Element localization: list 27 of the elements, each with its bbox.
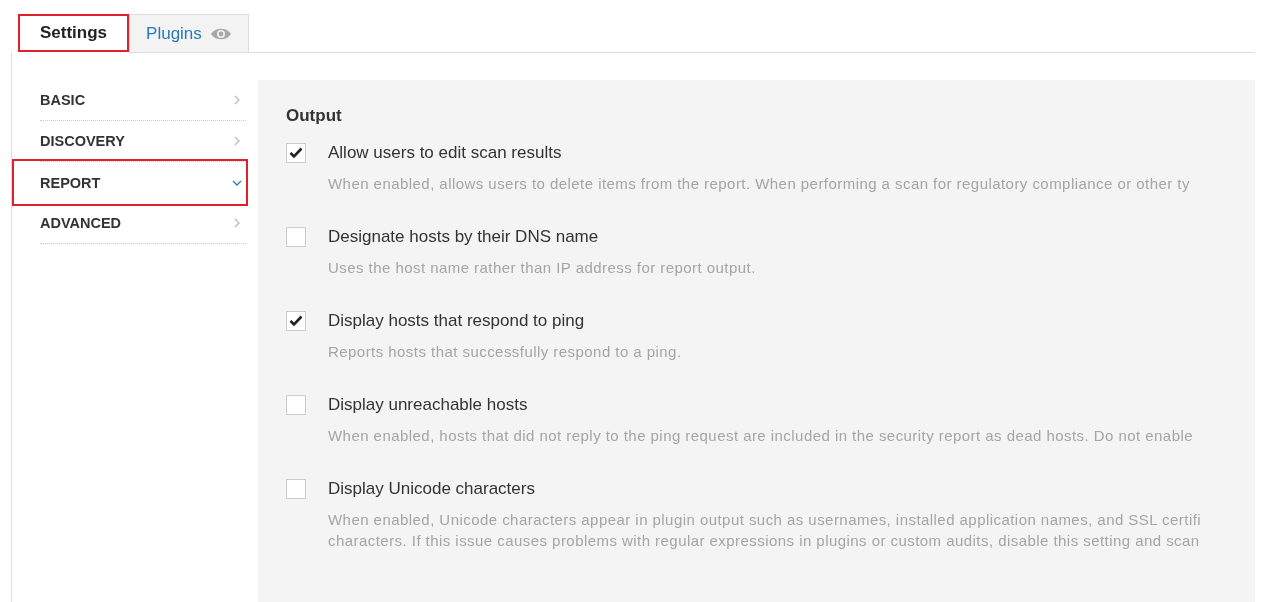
tab[interactable]: Settings [18, 14, 130, 52]
checkbox[interactable] [286, 311, 306, 331]
sidebar-item[interactable]: ADVANCED [40, 203, 246, 244]
eye-icon [209, 26, 232, 41]
checkbox[interactable] [286, 395, 306, 415]
chevron-right-icon [232, 136, 242, 146]
sidebar-item[interactable]: BASIC [40, 80, 246, 121]
option-label: Designate hosts by their DNS name [328, 227, 600, 247]
option-description: When enabled, Unicode characters appear in plugin output such as usernames, installed application names, and SSL certifi [328, 510, 1202, 530]
option-label: Allow users to edit scan results [328, 143, 563, 163]
sidebar-item[interactable]: REPORT [12, 159, 248, 206]
chevron-right-icon [232, 95, 242, 105]
checkbox[interactable] [286, 479, 306, 499]
tab[interactable]: Plugins [129, 14, 249, 53]
chevron-right-icon [232, 218, 242, 228]
checkbox[interactable] [286, 143, 306, 163]
section-title: Output [286, 106, 343, 126]
option-description: Reports hosts that successfully respond to a ping. [328, 342, 682, 362]
option-label: Display hosts that respond to ping [328, 311, 586, 331]
option-label: Display unreachable hosts [328, 395, 529, 415]
option-description: Uses the host name rather than IP address for report output. [328, 258, 756, 278]
option-description: When enabled, hosts that did not reply to the ping request are included in the security report as dead hosts. Do not enable [328, 426, 1194, 446]
option-description: When enabled, allows users to delete items from the report. When performing a scan for regulatory compliance or other ty [328, 174, 1190, 194]
checkbox[interactable] [286, 227, 306, 247]
sidebar-item[interactable]: DISCOVERY [40, 121, 246, 162]
option-label: Display Unicode characters [328, 479, 536, 499]
option-description: characters. If this issue causes problems with regular expressions in plugins or custom audits, disable this setting and scan [328, 531, 1201, 551]
